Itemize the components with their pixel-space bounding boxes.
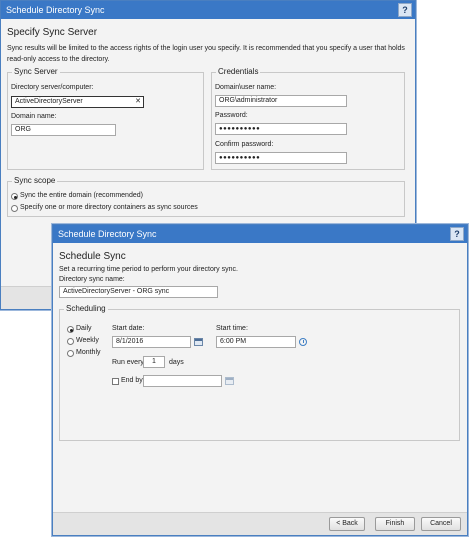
credentials-group: Credentials Domain\user name: ORG\admini… bbox=[211, 67, 405, 170]
end-by-checkbox[interactable] bbox=[112, 378, 119, 385]
back-button[interactable]: < Back bbox=[329, 517, 365, 531]
start-time-input[interactable]: 6:00 PM bbox=[216, 336, 296, 348]
sync-scope-legend: Sync scope bbox=[12, 176, 58, 185]
clock-icon[interactable] bbox=[299, 338, 307, 346]
directory-server-input[interactable]: ActiveDirectoryServer ✕ bbox=[11, 96, 144, 108]
end-by-input[interactable] bbox=[143, 375, 222, 387]
monthly-radio[interactable] bbox=[67, 350, 74, 357]
sync-server-group: Sync Server Directory server/computer: A… bbox=[7, 67, 204, 170]
password-input[interactable]: ●●●●●●●●●● bbox=[215, 123, 347, 135]
domain-name-input[interactable]: ORG bbox=[11, 124, 116, 136]
cancel-button[interactable]: Cancel bbox=[421, 517, 461, 531]
back-dialog-titlebar[interactable]: Schedule Directory Sync ? bbox=[1, 1, 415, 19]
run-every-input[interactable]: 1 bbox=[143, 356, 165, 368]
clear-icon[interactable]: ✕ bbox=[135, 97, 141, 107]
help-icon[interactable]: ? bbox=[398, 3, 412, 17]
daily-label[interactable]: Daily bbox=[76, 325, 92, 332]
help-icon[interactable]: ? bbox=[450, 227, 464, 241]
sync-name-label: Directory sync name: bbox=[59, 276, 125, 283]
front-dialog-titlebar[interactable]: Schedule Directory Sync ? bbox=[53, 225, 467, 243]
confirm-password-input[interactable]: ●●●●●●●●●● bbox=[215, 152, 347, 164]
sync-entire-domain-label[interactable]: Sync the entire domain (recommended) bbox=[20, 192, 143, 199]
daily-radio[interactable] bbox=[67, 326, 74, 333]
directory-server-value: ActiveDirectoryServer bbox=[15, 98, 83, 105]
domain-name-label: Domain name: bbox=[11, 113, 57, 120]
sync-name-input[interactable]: ActiveDirectoryServer - ORG sync bbox=[59, 286, 218, 298]
run-every-prefix: Run every bbox=[112, 359, 144, 366]
user-name-input[interactable]: ORG\administrator bbox=[215, 95, 347, 107]
front-dialog: Schedule Directory Sync ? Schedule Sync … bbox=[52, 224, 468, 536]
weekly-label[interactable]: Weekly bbox=[76, 337, 99, 344]
sync-entire-domain-radio[interactable] bbox=[11, 193, 18, 200]
back-dialog-title: Schedule Directory Sync bbox=[6, 5, 105, 15]
credentials-legend: Credentials bbox=[216, 67, 261, 76]
front-dialog-heading: Schedule Sync bbox=[59, 251, 126, 262]
user-name-label: Domain\user name: bbox=[215, 84, 277, 91]
confirm-password-label: Confirm password: bbox=[215, 141, 274, 148]
directory-server-label: Directory server/computer: bbox=[11, 84, 94, 91]
start-date-input[interactable]: 8/1/2016 bbox=[112, 336, 191, 348]
specify-containers-label[interactable]: Specify one or more directory containers… bbox=[20, 204, 198, 211]
back-dialog-heading: Specify Sync Server bbox=[7, 27, 98, 38]
specify-containers-radio[interactable] bbox=[11, 205, 18, 212]
back-dialog-description: Sync results will be limited to the acce… bbox=[7, 45, 405, 63]
end-by-label[interactable]: End by: bbox=[121, 377, 145, 384]
weekly-radio[interactable] bbox=[67, 338, 74, 345]
sync-server-legend: Sync Server bbox=[12, 67, 60, 76]
front-dialog-description: Set a recurring time period to perform y… bbox=[59, 266, 238, 273]
end-by-calendar-icon bbox=[225, 377, 234, 385]
front-dialog-footer: < Back Finish Cancel bbox=[53, 512, 467, 535]
monthly-label[interactable]: Monthly bbox=[76, 349, 101, 356]
start-time-label: Start time: bbox=[216, 325, 248, 332]
sync-scope-group: Sync scope Sync the entire domain (recom… bbox=[7, 176, 405, 217]
finish-button[interactable]: Finish bbox=[375, 517, 415, 531]
run-every-suffix: days bbox=[169, 359, 184, 366]
password-label: Password: bbox=[215, 112, 248, 119]
scheduling-group: Scheduling Daily Weekly Monthly Start da… bbox=[59, 304, 460, 441]
calendar-icon[interactable] bbox=[194, 338, 203, 346]
front-dialog-title: Schedule Directory Sync bbox=[58, 229, 157, 239]
start-date-label: Start date: bbox=[112, 325, 145, 332]
scheduling-legend: Scheduling bbox=[64, 304, 108, 313]
